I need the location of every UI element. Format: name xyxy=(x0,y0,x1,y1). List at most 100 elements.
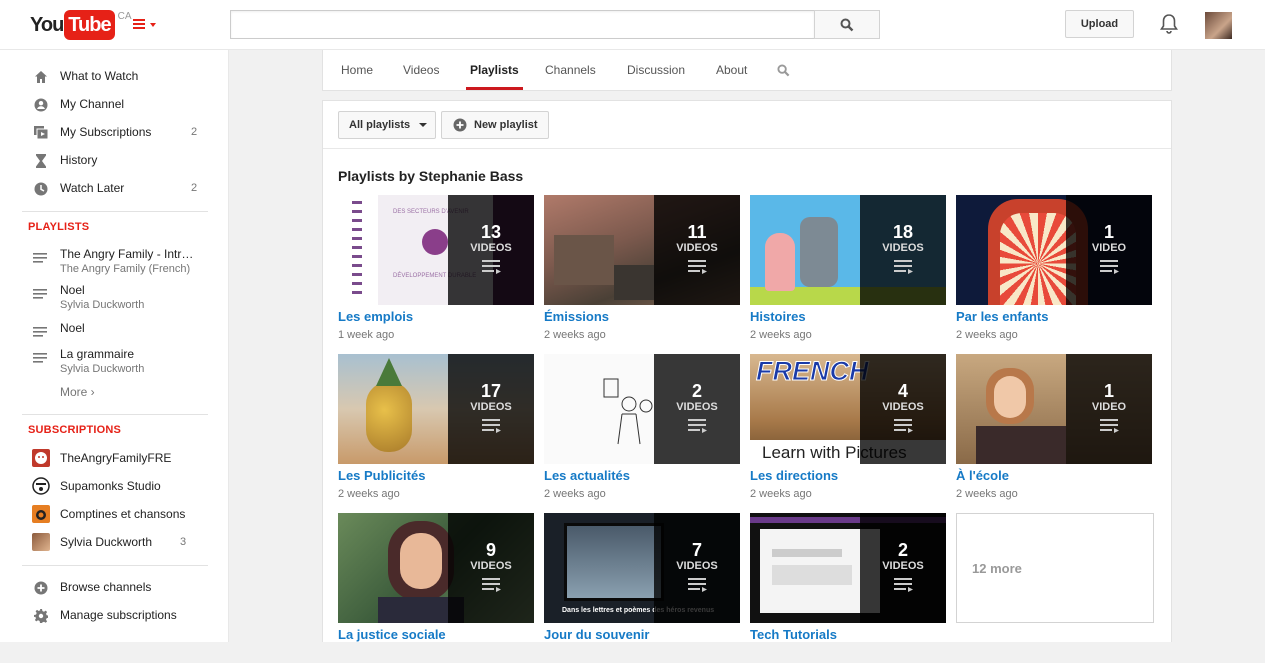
video-count-overlay: 1 VIDEO xyxy=(1066,354,1152,464)
upload-button[interactable]: Upload xyxy=(1065,10,1134,38)
playlist-thumbnail[interactable]: 9 VIDEOS xyxy=(338,513,534,623)
tab-channels[interactable]: Channels xyxy=(545,50,596,90)
playlist-icon xyxy=(894,260,913,274)
playlist-date: 2 weeks ago xyxy=(544,329,606,341)
playlist-card[interactable]: 2 VIDEOS Tech Tutorials xyxy=(750,513,946,663)
playlist-title[interactable]: Émissions xyxy=(544,309,609,324)
video-count: 2 xyxy=(897,540,908,560)
thumb-grandma xyxy=(765,233,795,291)
sidebar-divider xyxy=(22,565,208,566)
sidebar-playlist-owner: The Angry Family (French) xyxy=(60,263,191,275)
new-playlist-button[interactable]: New playlist xyxy=(441,111,549,139)
video-count-unit: VIDEOS xyxy=(882,242,924,254)
new-playlist-label: New playlist xyxy=(474,119,538,131)
playlist-card[interactable]: Dans les lettres et poèmes des héros rev… xyxy=(544,513,740,663)
playlist-title[interactable]: Les Publicités xyxy=(338,468,425,483)
playlist-title[interactable]: Les directions xyxy=(750,468,838,483)
video-count-unit: VIDEOS xyxy=(470,401,512,413)
playlist-thumbnail[interactable]: 17 VIDEOS xyxy=(338,354,534,464)
sidebar-item-browse-channels[interactable]: Browse channels xyxy=(0,573,229,601)
tab-home[interactable]: Home xyxy=(341,50,373,90)
tab-discussion[interactable]: Discussion xyxy=(627,50,685,90)
notifications-button[interactable] xyxy=(1159,13,1179,38)
playlist-title[interactable]: Les emplois xyxy=(338,309,413,324)
playlist-card[interactable]: 2 VIDEOS Les actualités 2 weeks ago xyxy=(544,354,740,504)
menu-line-icon xyxy=(133,19,145,21)
video-count-unit: VIDEOS xyxy=(470,242,512,254)
sidebar-subscription-item[interactable]: Comptines et chansons xyxy=(0,500,229,528)
video-count-overlay: 2 VIDEOS xyxy=(654,354,740,464)
sidebar-item-what-to-watch[interactable]: What to Watch xyxy=(0,62,229,90)
tab-videos[interactable]: Videos xyxy=(403,50,439,90)
playlist-thumbnail[interactable]: FRENCH Learn with Pictures 4 VIDEOS xyxy=(750,354,946,464)
channel-tabs: Home Videos Playlists Channels Discussio… xyxy=(322,50,1172,91)
sidebar-playlist-item[interactable]: Noel Sylvia Duckworth xyxy=(0,283,229,313)
video-count-unit: VIDEO xyxy=(1091,401,1127,413)
sidebar-item-my-subscriptions[interactable]: My Subscriptions 2 xyxy=(0,118,229,146)
sidebar-more-link[interactable]: More › xyxy=(60,385,95,399)
sidebar-subscription-item[interactable]: Supamonks Studio xyxy=(0,472,229,500)
sidebar-item-history[interactable]: History xyxy=(0,146,229,174)
playlist-thumbnail[interactable]: 2 VIDEOS xyxy=(544,354,740,464)
subscription-count: 3 xyxy=(180,536,187,548)
playlist-title[interactable]: Jour du souvenir xyxy=(544,627,649,642)
sidebar-item-manage-subscriptions[interactable]: Manage subscriptions xyxy=(0,601,229,629)
playlist-thumbnail[interactable]: Dans les lettres et poèmes des héros rev… xyxy=(544,513,740,623)
guide-menu-button[interactable] xyxy=(133,18,157,32)
playlist-thumbnail[interactable]: 1 VIDEO xyxy=(956,354,1152,464)
playlist-filter-dropdown[interactable]: All playlists xyxy=(338,111,436,139)
subscriptions-heading[interactable]: SUBSCRIPTIONS xyxy=(28,424,121,436)
playlist-card[interactable]: 18 VIDEOS Histoires 2 weeks ago xyxy=(750,195,946,345)
caret-down-icon xyxy=(150,23,156,27)
region-label: CA xyxy=(117,11,132,22)
sidebar-item-label: History xyxy=(60,153,98,167)
playlist-thumbnail[interactable]: 11 VIDEOS xyxy=(544,195,740,305)
video-count-unit: VIDEOS xyxy=(470,560,512,572)
playlist-card[interactable]: DES SECTEURS D'AVENIR DÉVELOPPEMENT DURA… xyxy=(338,195,534,345)
channel-search-button[interactable] xyxy=(777,50,790,90)
tab-about[interactable]: About xyxy=(716,50,747,90)
tab-playlists[interactable]: Playlists xyxy=(466,50,523,90)
playlist-card[interactable]: 9 VIDEOS La justice sociale xyxy=(338,513,534,663)
more-playlists-button[interactable]: 12 more xyxy=(956,513,1154,623)
playlist-card[interactable]: 1 VIDEO Par les enfants 2 weeks ago xyxy=(956,195,1152,345)
sidebar-subscription-item[interactable]: TheAngryFamilyFRE xyxy=(0,444,229,472)
sidebar-item-my-channel[interactable]: My Channel xyxy=(0,90,229,118)
sidebar-subscription-item[interactable]: Sylvia Duckworth 3 xyxy=(0,528,229,556)
playlist-thumbnail[interactable]: 18 VIDEOS xyxy=(750,195,946,305)
sidebar-item-count: 2 xyxy=(191,126,198,138)
video-count-unit: VIDEO xyxy=(1091,242,1127,254)
playlist-card[interactable]: 17 VIDEOS Les Publicités 2 weeks ago xyxy=(338,354,534,504)
logo-tube: Tube xyxy=(64,10,115,40)
sidebar-playlist-item[interactable]: The Angry Family - Intr… The Angry Famil… xyxy=(0,247,229,277)
thumb-line xyxy=(772,549,842,557)
playlist-thumbnail[interactable]: 2 VIDEOS xyxy=(750,513,946,623)
playlist-card[interactable]: 1 VIDEO À l'école 2 weeks ago xyxy=(956,354,1152,504)
sidebar-playlist-title: La grammaire xyxy=(60,347,135,361)
playlist-title[interactable]: À l'école xyxy=(956,468,1009,483)
search-input[interactable] xyxy=(230,10,815,39)
youtube-logo[interactable]: You Tube CA xyxy=(30,10,132,40)
playlist-title[interactable]: Par les enfants xyxy=(956,309,1049,324)
thumb-building xyxy=(614,265,654,300)
playlist-title[interactable]: Tech Tutorials xyxy=(750,627,837,642)
playlist-thumbnail[interactable]: 1 VIDEO xyxy=(956,195,1152,305)
search-button[interactable] xyxy=(814,10,880,39)
sidebar-item-watch-later[interactable]: Watch Later 2 xyxy=(0,174,229,202)
account-avatar[interactable] xyxy=(1205,12,1232,39)
playlist-card[interactable]: 11 VIDEOS Émissions 2 weeks ago xyxy=(544,195,740,345)
playlist-title[interactable]: Les actualités xyxy=(544,468,630,483)
playlist-thumbnail[interactable]: DES SECTEURS D'AVENIR DÉVELOPPEMENT DURA… xyxy=(338,195,534,305)
video-count-overlay: 17 VIDEOS xyxy=(448,354,534,464)
playlist-card[interactable]: FRENCH Learn with Pictures 4 VIDEOS Les … xyxy=(750,354,946,504)
search-icon xyxy=(840,18,854,31)
playlist-title[interactable]: Histoires xyxy=(750,309,806,324)
playlist-title[interactable]: La justice sociale xyxy=(338,627,446,642)
channel-avatar xyxy=(32,533,50,551)
playlists-heading[interactable]: PLAYLISTS xyxy=(28,221,89,233)
thumb-face xyxy=(994,376,1026,418)
playlist-icon xyxy=(482,419,501,433)
sidebar-playlist-item[interactable]: La grammaire Sylvia Duckworth xyxy=(0,347,229,377)
thumb-face xyxy=(400,533,442,589)
sidebar-playlist-item[interactable]: Noel xyxy=(0,321,229,337)
